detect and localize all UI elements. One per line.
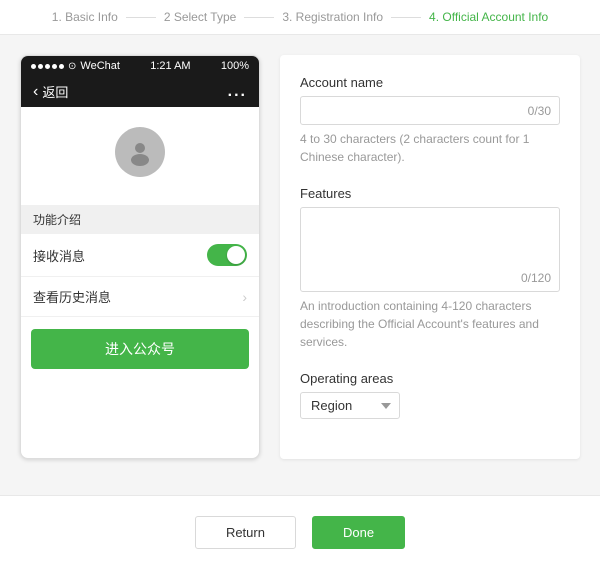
bottom-actions: Return Done [0,495,600,569]
account-name-group: Account name 0/30 4 to 30 characters (2 … [300,75,560,166]
divider-3 [391,17,421,18]
account-name-char-count: 0/30 [528,104,551,118]
account-name-input-wrapper: 0/30 [300,96,560,125]
history-menu-item[interactable]: 查看历史消息 › [21,277,259,317]
features-textarea-wrapper: 0/120 [300,207,560,292]
spacer [0,479,600,495]
features-hint: An introduction containing 4-120 charact… [300,297,560,351]
time-label: 1:21 AM [150,60,190,72]
account-name-hint: 4 to 30 characters (2 characters count f… [300,130,560,166]
features-label: Features [300,186,560,201]
divider-2 [244,17,274,18]
battery-label: 100% [221,60,249,72]
account-name-input[interactable] [301,97,559,124]
main-content: ⊙ WeChat 1:21 AM 100% ‹ 返回 ... [0,35,600,479]
menu-section: 功能介绍 接收消息 查看历史消息 › [21,205,259,317]
step-1: 1. Basic Info [52,10,118,24]
carrier-label: WeChat [80,60,120,72]
progress-bar: 1. Basic Info 2 Select Type 3. Registrat… [0,0,600,35]
operating-areas-group: Operating areas Region [300,371,560,419]
history-label: 查看历史消息 [33,287,111,306]
phone-status-bar: ⊙ WeChat 1:21 AM 100% [21,56,259,76]
features-group: Features 0/120 An introduction containin… [300,186,560,351]
form-panel: Account name 0/30 4 to 30 characters (2 … [280,55,580,459]
toggle-switch[interactable] [207,244,247,266]
toggle-menu-item: 接收消息 [21,234,259,277]
back-button[interactable]: ‹ 返回 [33,82,68,101]
divider-1 [126,17,156,18]
back-label: 返回 [42,82,68,101]
signal-dots [31,64,64,69]
wifi-icon: ⊙ [68,61,76,72]
operating-areas-label: Operating areas [300,371,560,386]
page-wrapper: 1. Basic Info 2 Select Type 3. Registrat… [0,0,600,569]
enter-account-button[interactable]: 进入公众号 [31,329,249,369]
phone-nav-bar: ‹ 返回 ... [21,76,259,107]
features-char-count: 0/120 [521,271,551,285]
avatar-section [21,107,259,197]
back-arrow-icon: ‹ [33,83,38,101]
toggle-label: 接收消息 [33,246,85,265]
return-button[interactable]: Return [195,516,296,549]
step-4: 4. Official Account Info [429,10,548,24]
phone-mockup: ⊙ WeChat 1:21 AM 100% ‹ 返回 ... [20,55,260,459]
region-select[interactable]: Region [300,392,400,419]
done-button[interactable]: Done [312,516,405,549]
step-2: 2 Select Type [164,10,237,24]
chevron-right-icon: › [242,289,247,305]
status-left: ⊙ WeChat [31,60,120,72]
avatar [115,127,165,177]
more-icon[interactable]: ... [228,83,247,101]
step-3: 3. Registration Info [282,10,383,24]
account-name-label: Account name [300,75,560,90]
menu-label: 功能介绍 [21,205,259,234]
